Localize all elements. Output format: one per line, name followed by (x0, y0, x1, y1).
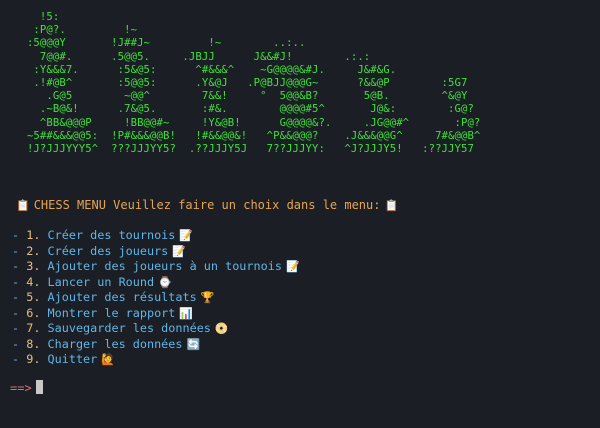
memo-icon: 📝 (285, 260, 300, 273)
prompt-arrow: ==> (10, 381, 32, 395)
menu-item: - 7. Sauvegarder les données 📀 (12, 321, 229, 335)
menu-item: - 3. Ajouter des joueurs à un tournois 📝 (12, 259, 300, 273)
terminal-window: !5: :P@?. !~ :5@@@Y !J##J~ !~ ..:.. 7@@#… (0, 0, 600, 428)
menu-item: - 9. Quitter 🙋 (12, 352, 115, 366)
refresh-icon: 🔄 (186, 337, 201, 351)
menu-item: - 1. Créer des tournois 📝 (12, 228, 194, 242)
menu-item: - 8. Charger les données 🔄 (12, 336, 201, 351)
menu-item: - 6. Montrer le rapport 📊 (12, 305, 194, 320)
clipboard-icon: 📋 (384, 199, 399, 212)
text-cursor[interactable] (35, 380, 43, 394)
bar-chart-icon: 📊 (179, 306, 194, 320)
menu-item: - 5. Ajouter des résultats 🏆 (12, 290, 215, 304)
menu-title: 📋 CHESS MENU Veuillez faire un choix dans… (16, 197, 398, 214)
menu-item: - 4. Lancer un Round ⌚ (12, 274, 172, 289)
menu-item: - 2. Créer des joueurs 📝 (12, 243, 186, 258)
menu-list: - 1. Créer des tournois 📝 - 2. Créer des … (12, 228, 300, 368)
input-prompt[interactable]: ==> (10, 380, 43, 396)
clipboard-icon: 📋 (16, 199, 30, 212)
trophy-icon: 🏆 (200, 291, 215, 304)
memo-icon: 📝 (179, 229, 194, 242)
raising-hand-icon: 🙋 (101, 353, 115, 366)
stopwatch-icon: ⌚ (158, 275, 172, 289)
ascii-chess-logo: !5: :P@?. !~ :5@@@Y !J##J~ !~ ..:.. 7@@#… (26, 11, 481, 156)
memo-icon: 📝 (172, 244, 186, 258)
menu-title-text: CHESS MENU Veuillez faire un choix dans … (33, 198, 381, 212)
disk-icon: 📀 (214, 322, 229, 335)
